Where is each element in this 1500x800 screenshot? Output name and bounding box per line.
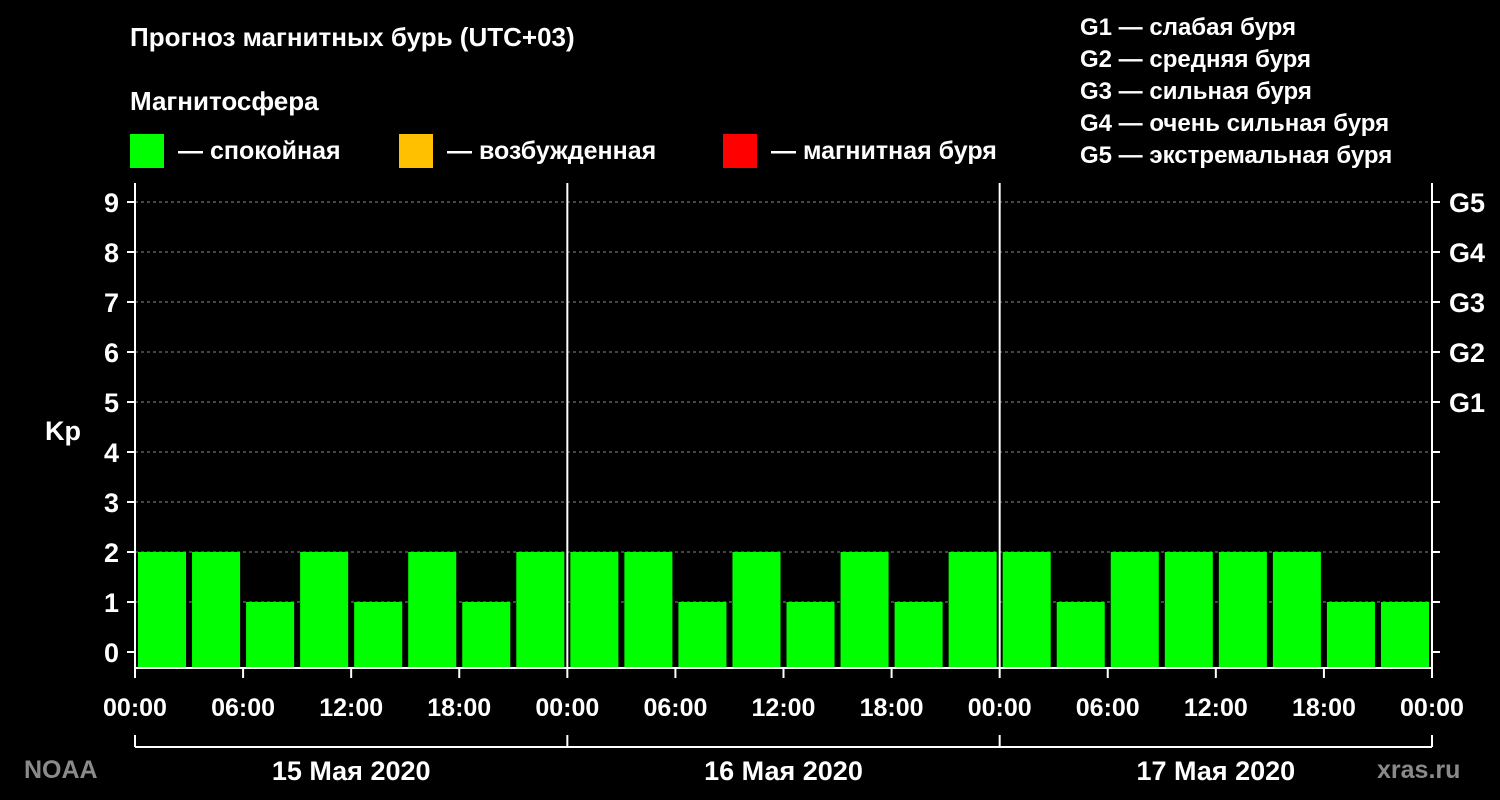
x-tick-label: 12:00 <box>1184 694 1248 722</box>
kp-chart: 0 1 2 3 4 5 6 7 8 9 G1 G2 G3 G4 G5 Kp 00:00 06:00 12:00 18:… <box>45 183 1485 786</box>
kp-bar <box>300 552 349 668</box>
kp-bar <box>1218 552 1267 668</box>
y-tick-label: 6 <box>104 338 119 368</box>
y-tick-label: 3 <box>104 488 119 518</box>
y-axis-label: Kp <box>45 416 81 446</box>
kp-bar <box>462 602 511 668</box>
kp-bar <box>840 552 889 668</box>
g-scale-label: G3 <box>1449 288 1485 318</box>
g-scale-label: G5 <box>1449 188 1485 218</box>
x-tick-label: 06:00 <box>1076 694 1140 722</box>
kp-bar <box>516 552 565 668</box>
kp-bar <box>624 552 673 668</box>
kp-bar <box>678 602 727 668</box>
y-tick-label: 7 <box>104 288 119 318</box>
x-tick-label: 06:00 <box>211 694 275 722</box>
kp-bar <box>786 602 835 668</box>
kp-bar <box>1110 552 1159 668</box>
kp-bar <box>894 602 943 668</box>
x-tick-label: 18:00 <box>860 694 924 722</box>
kp-bar <box>138 552 187 668</box>
kp-bar <box>1164 552 1213 668</box>
kp-bar <box>570 552 619 668</box>
x-tick-label: 06:00 <box>643 694 707 722</box>
y-tick-label: 4 <box>104 438 119 468</box>
x-tick-label: 18:00 <box>427 694 491 722</box>
y-tick-label: 2 <box>104 538 119 568</box>
kp-bar <box>732 552 781 668</box>
kp-bar <box>1380 602 1429 668</box>
kp-bar <box>1002 552 1051 668</box>
kp-bar <box>948 552 997 668</box>
kp-bar <box>1272 552 1321 668</box>
kp-bar <box>354 602 403 668</box>
day-label: 16 Мая 2020 <box>704 756 863 786</box>
day-label: 15 Мая 2020 <box>272 756 431 786</box>
g-scale-label: G2 <box>1449 338 1485 368</box>
y-tick-label: 0 <box>104 638 119 668</box>
source-noaa: NOAA <box>24 756 98 784</box>
kp-bar <box>192 552 241 668</box>
x-tick-label: 12:00 <box>752 694 816 722</box>
y-tick-label: 5 <box>104 388 119 418</box>
y-tick-label: 8 <box>104 238 119 268</box>
y-tick-label: 9 <box>104 188 119 218</box>
kp-bar <box>408 552 457 668</box>
x-tick-label: 18:00 <box>1292 694 1356 722</box>
x-tick-label: 12:00 <box>319 694 383 722</box>
x-tick-label: 00:00 <box>535 694 599 722</box>
g-scale-label: G1 <box>1449 388 1485 418</box>
kp-bar <box>1326 602 1375 668</box>
y-tick-label: 1 <box>104 588 119 618</box>
kp-bar <box>1056 602 1105 668</box>
day-label: 17 Мая 2020 <box>1136 756 1295 786</box>
source-xras: xras.ru <box>1377 756 1461 784</box>
x-tick-label: 00:00 <box>103 694 167 722</box>
x-tick-label: 00:00 <box>1400 694 1464 722</box>
x-tick-label: 00:00 <box>968 694 1032 722</box>
kp-bar <box>246 602 295 668</box>
g-scale-label: G4 <box>1449 238 1485 268</box>
